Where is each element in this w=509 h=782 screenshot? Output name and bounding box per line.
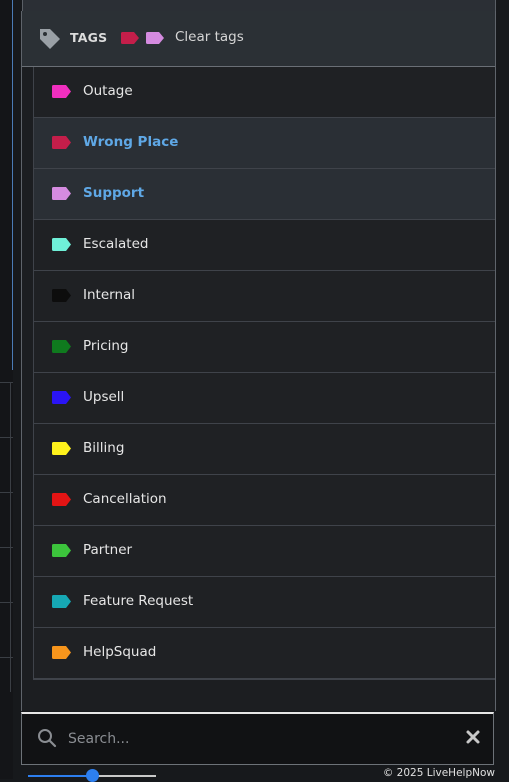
search-icon [38, 729, 57, 748]
tag-color-icon [52, 340, 71, 353]
tag-label: Escalated [83, 236, 149, 252]
tag-color-icon [52, 493, 71, 506]
tag-color-icon [52, 85, 71, 98]
tag-list: Outage Wrong Place Support Escalated Interna… [33, 67, 495, 680]
grid-line [0, 547, 13, 548]
tag-color-icon [52, 544, 71, 557]
panel-border-accent [12, 0, 13, 370]
tag-item[interactable]: Pricing [34, 322, 495, 373]
grid-line [0, 382, 13, 383]
tag-item[interactable]: Escalated [34, 220, 495, 271]
tag-label: Wrong Place [83, 134, 179, 150]
grid-line [0, 437, 13, 438]
tag-item[interactable]: Billing [34, 424, 495, 475]
tag-item[interactable]: HelpSquad [34, 628, 495, 679]
tag-color-icon [52, 187, 71, 200]
tag-label: Billing [83, 440, 125, 456]
tag-item[interactable]: Cancellation [34, 475, 495, 526]
tag-item[interactable]: Internal [34, 271, 495, 322]
grid-line [0, 602, 13, 603]
tag-icon [40, 29, 60, 49]
tag-label: Outage [83, 83, 133, 99]
tag-label: Partner [83, 542, 133, 558]
zoom-slider[interactable] [28, 769, 156, 782]
grid-line [0, 492, 13, 493]
background-panel [0, 0, 13, 779]
clear-tags-button[interactable]: Clear tags [175, 29, 244, 45]
tag-color-icon [52, 289, 71, 302]
slider-fill [28, 775, 92, 777]
selected-tag-chip [146, 32, 164, 44]
tag-item[interactable]: Wrong Place [34, 118, 495, 169]
tag-item[interactable]: Upsell [34, 373, 495, 424]
copyright-footer: © 2025 LiveHelpNow [382, 767, 495, 779]
tag-color-icon [52, 442, 71, 455]
tags-title: TAGS [70, 30, 108, 45]
tag-item[interactable]: Support [34, 169, 495, 220]
grid-line [10, 382, 11, 692]
tag-label: Feature Request [83, 593, 194, 609]
selected-tag-chip [121, 32, 139, 44]
tag-color-icon [52, 391, 71, 404]
search-box [21, 712, 494, 765]
tags-header: TAGS Clear tags [22, 11, 495, 67]
tag-label: HelpSquad [83, 644, 157, 660]
tag-label: Support [83, 185, 145, 201]
tag-color-icon [52, 646, 71, 659]
tag-label: Internal [83, 287, 136, 303]
tag-item[interactable]: Outage [34, 67, 495, 118]
tag-color-icon [52, 136, 71, 149]
tag-item[interactable]: Partner [34, 526, 495, 577]
slider-thumb[interactable] [85, 769, 99, 782]
tag-color-icon [52, 595, 71, 608]
tag-color-icon [52, 238, 71, 251]
tag-item[interactable]: Feature Request [34, 577, 495, 628]
search-input[interactable] [66, 726, 450, 752]
tag-label: Upsell [83, 389, 125, 405]
tag-label: Cancellation [83, 491, 167, 507]
tag-label: Pricing [83, 338, 129, 354]
grid-line [0, 657, 13, 658]
tags-panel: TAGS Clear tags Outage Wrong Place Support… [21, 11, 496, 711]
close-icon[interactable] [465, 729, 481, 745]
